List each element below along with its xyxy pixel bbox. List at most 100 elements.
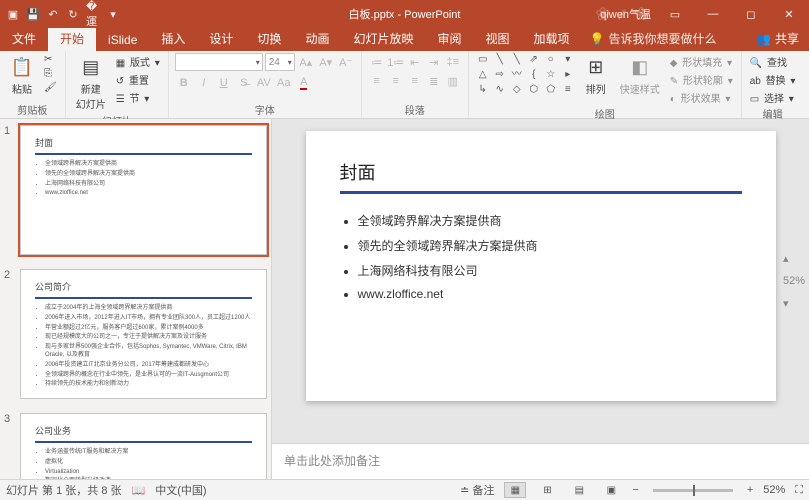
slide-counter[interactable]: 幻灯片 第 1 张，共 8 张 — [6, 482, 122, 498]
user-name[interactable]: qiwen气温 — [600, 6, 651, 22]
decrease-font-icon[interactable]: A▾ — [317, 53, 335, 71]
normal-view-icon[interactable]: ▦ — [504, 482, 526, 498]
shape-line-icon[interactable]: ╲ — [492, 53, 508, 67]
thumb-wrap[interactable]: 1封面全领域跨界解决方案提供商领先的全领域跨界解决方案提供商上海网络科技有限公司… — [4, 125, 267, 255]
align-left-button[interactable]: ≡ — [368, 72, 386, 90]
tab-transitions[interactable]: 切换 — [245, 26, 293, 51]
slideshow-view-icon[interactable]: ▣ — [600, 482, 622, 498]
tab-file[interactable]: 文件 — [0, 26, 48, 51]
increase-font-icon[interactable]: A▴ — [297, 53, 315, 71]
select-button[interactable]: ▭ 选择 ▾ — [748, 89, 798, 106]
shape-fill-button[interactable]: ◆ 形状填充 ▾ — [668, 53, 735, 70]
new-slide-button[interactable]: ▤ 新建 幻灯片 — [72, 53, 110, 113]
qat-more-icon[interactable]: ▾ — [106, 7, 120, 21]
shape-brace-icon[interactable]: { — [526, 68, 542, 82]
shape-line2-icon[interactable]: ╲ — [509, 53, 525, 67]
cut-button[interactable]: ✂ — [42, 53, 59, 66]
shape-tri-icon[interactable]: △ — [475, 68, 491, 82]
spellcheck-icon[interactable]: 📖 — [132, 484, 146, 497]
shape-more-icon[interactable]: ▾ — [560, 53, 576, 67]
shape-callout-icon[interactable]: ◇ — [509, 83, 525, 97]
slide-thumbnail[interactable]: 封面全领域跨界解决方案提供商领先的全领域跨界解决方案提供商上海网络科技有限公司w… — [20, 125, 267, 255]
shape-connector-icon[interactable]: ↳ — [475, 83, 491, 97]
columns-button[interactable]: ▥ — [444, 72, 462, 90]
current-slide[interactable]: 封面 全领域跨界解决方案提供商领先的全领域跨界解决方案提供商上海网络科技有限公司… — [306, 131, 776, 401]
tab-animations[interactable]: 动画 — [293, 26, 341, 51]
redo-icon[interactable]: ↻ — [66, 7, 80, 21]
font-family-combo[interactable] — [175, 53, 263, 71]
align-center-button[interactable]: ≡ — [387, 72, 405, 90]
tab-review[interactable]: 审阅 — [425, 26, 473, 51]
increase-indent-button[interactable]: ⇥ — [425, 53, 443, 71]
tab-addins[interactable]: 加载项 — [522, 26, 582, 51]
shape-scroll-icon[interactable]: ▸ — [560, 68, 576, 82]
thumb-wrap[interactable]: 3公司业务业务涵盖传统IT服务和解决方案虚拟化Virtualization数字化… — [4, 413, 267, 479]
slide-thumbnail-panel[interactable]: 1封面全领域跨界解决方案提供商领先的全领域跨界解决方案提供商上海网络科技有限公司… — [0, 119, 272, 479]
clear-format-icon[interactable]: A⁻ — [337, 53, 355, 71]
zoom-in-icon[interactable]: + — [747, 484, 753, 496]
tab-insert[interactable]: 插入 — [149, 26, 197, 51]
shape-outline-button[interactable]: ✎ 形状轮廓 ▾ — [668, 71, 735, 88]
reading-view-icon[interactable]: ▤ — [568, 482, 590, 498]
shape-hex-icon[interactable]: ⬡ — [526, 83, 542, 97]
shape-arrow-icon[interactable]: ⇗ — [526, 53, 542, 67]
share-button[interactable]: 👥 共享 — [746, 26, 809, 51]
reset-button[interactable]: ↺ 重置 — [114, 71, 162, 88]
line-spacing-button[interactable]: ‡≡ — [444, 53, 462, 71]
expand-toolbar-icon[interactable]: ▾ — [783, 297, 805, 310]
slide-thumbnail[interactable]: 公司简介成立于2004年的上海全领域跨界解决方案提供商2006年进入市场，201… — [20, 269, 267, 399]
shape-oval-icon[interactable]: ○ — [543, 53, 559, 67]
shadow-button[interactable]: AV — [255, 74, 273, 92]
font-color-button[interactable]: A — [295, 74, 313, 92]
thumb-wrap[interactable]: 2公司简介成立于2004年的上海全领域跨界解决方案提供商2006年进入市场，20… — [4, 269, 267, 399]
layout-button[interactable]: ▦ 版式 ▾ — [114, 53, 162, 70]
shape-pent-icon[interactable]: ⬠ — [543, 83, 559, 97]
tab-home[interactable]: 开始 — [48, 26, 96, 51]
tab-islide[interactable]: iSlide — [96, 29, 149, 51]
shape-star-icon[interactable]: ☆ — [543, 68, 559, 82]
slide-stage[interactable]: 封面 全领域跨界解决方案提供商领先的全领域跨界解决方案提供商上海网络科技有限公司… — [272, 119, 809, 443]
shape-effects-button[interactable]: ◐ 形状效果 ▾ — [668, 89, 735, 106]
tell-me-search[interactable]: 💡 告诉我你想要做什么 — [582, 26, 725, 51]
shape-expand-icon[interactable]: ≡ — [560, 83, 576, 97]
decrease-indent-button[interactable]: ⇤ — [406, 53, 424, 71]
minimize-icon[interactable]: — — [699, 8, 727, 20]
paste-button[interactable]: 📋 粘贴 — [6, 53, 38, 98]
shape-curve-icon[interactable]: 〰 — [509, 68, 525, 82]
zoom-level[interactable]: 52% — [763, 484, 785, 496]
save-icon[interactable]: 💾 — [26, 7, 40, 21]
shape-freeform-icon[interactable]: ∿ — [492, 83, 508, 97]
numbering-button[interactable]: 1≔ — [387, 53, 405, 71]
copy-button[interactable]: ⎘ — [42, 67, 59, 80]
shape-rarrow-icon[interactable]: ⇨ — [492, 68, 508, 82]
undo-icon[interactable]: ↶ — [46, 7, 60, 21]
bold-button[interactable]: B — [175, 74, 193, 92]
section-button[interactable]: ☰ 节 ▾ — [114, 89, 162, 106]
shape-rect-icon[interactable]: ▭ — [475, 53, 491, 67]
tab-slideshow[interactable]: 幻灯片放映 — [341, 26, 425, 51]
strikethrough-button[interactable]: S̶ — [235, 74, 253, 92]
zoom-pct-icon[interactable]: 52% — [783, 275, 805, 287]
quick-styles-button[interactable]: ◧ 快速样式 — [616, 53, 664, 98]
slide-thumbnail[interactable]: 公司业务业务涵盖传统IT服务和解决方案虚拟化Virtualization数字化全… — [20, 413, 267, 479]
bullets-button[interactable]: ≔ — [368, 53, 386, 71]
zoom-slider[interactable] — [653, 489, 733, 492]
collapse-toolbar-icon[interactable]: ▴ — [783, 252, 805, 265]
align-right-button[interactable]: ≡ — [406, 72, 424, 90]
start-from-beginning-icon[interactable]: �運 — [86, 7, 100, 21]
tab-view[interactable]: 视图 — [473, 26, 521, 51]
underline-button[interactable]: U — [215, 74, 233, 92]
justify-button[interactable]: ≣ — [425, 72, 443, 90]
zoom-out-icon[interactable]: − — [632, 484, 638, 496]
replace-button[interactable]: ab 替换 ▾ — [748, 71, 798, 88]
ribbon-options-icon[interactable]: ▭ — [661, 8, 689, 21]
fit-to-window-icon[interactable]: ⛶ — [795, 484, 803, 497]
notes-toggle[interactable]: ≐ 备注 — [460, 482, 494, 498]
format-painter-button[interactable]: 🖌 — [42, 81, 59, 94]
close-icon[interactable]: ✕ — [775, 8, 803, 21]
notes-pane[interactable]: 单击此处添加备注 — [272, 443, 809, 479]
char-spacing-button[interactable]: Aa — [275, 74, 293, 92]
arrange-button[interactable]: ⊞ 排列 — [580, 53, 612, 98]
font-size-combo[interactable]: 24 — [265, 53, 295, 71]
italic-button[interactable]: I — [195, 74, 213, 92]
